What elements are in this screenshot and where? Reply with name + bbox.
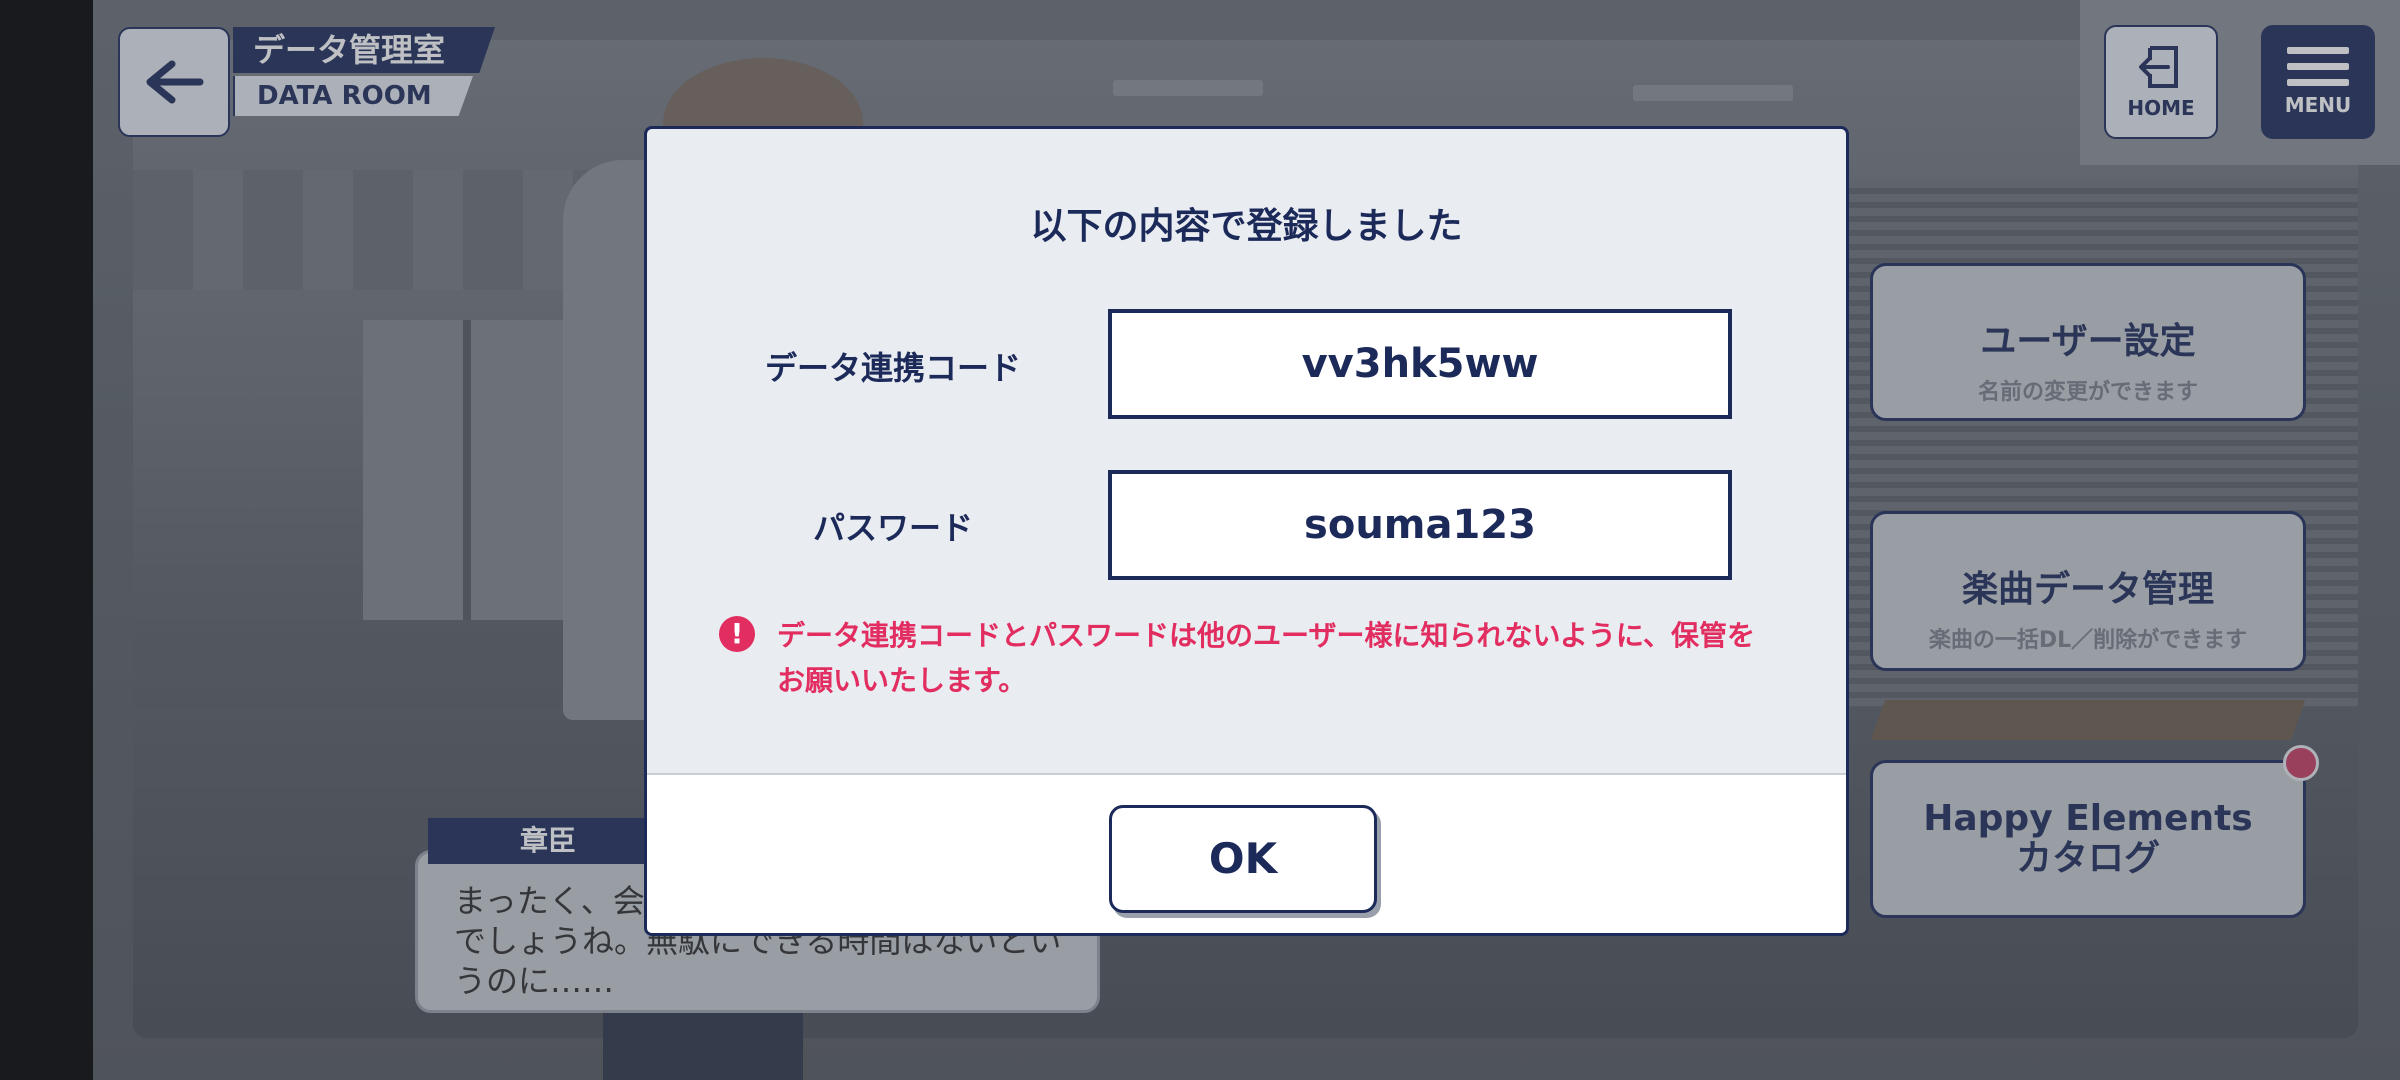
- password-label: パスワード: [812, 509, 973, 547]
- warning-icon: !: [719, 616, 755, 652]
- password-field: souma123: [1108, 470, 1732, 580]
- dialog-title: 以下の内容で登録しました: [1030, 206, 1463, 247]
- warning-line-2: お願いいたします。: [777, 664, 1027, 697]
- warning-line-1: データ連携コードとパスワードは他のユーザー様に知られないように、保管を: [777, 619, 1756, 652]
- code-label: データ連携コード: [764, 349, 1021, 387]
- dialog-footer: OK: [647, 773, 1846, 933]
- warning-text: データ連携コードとパスワードは他のユーザー様に知られないように、保管を お願いい…: [777, 613, 1777, 703]
- ok-button[interactable]: OK: [1109, 805, 1377, 913]
- code-field: vv3hk5ww: [1108, 309, 1732, 419]
- registration-dialog: 以下の内容で登録しました データ連携コード vv3hk5ww パスワード sou…: [644, 126, 1849, 936]
